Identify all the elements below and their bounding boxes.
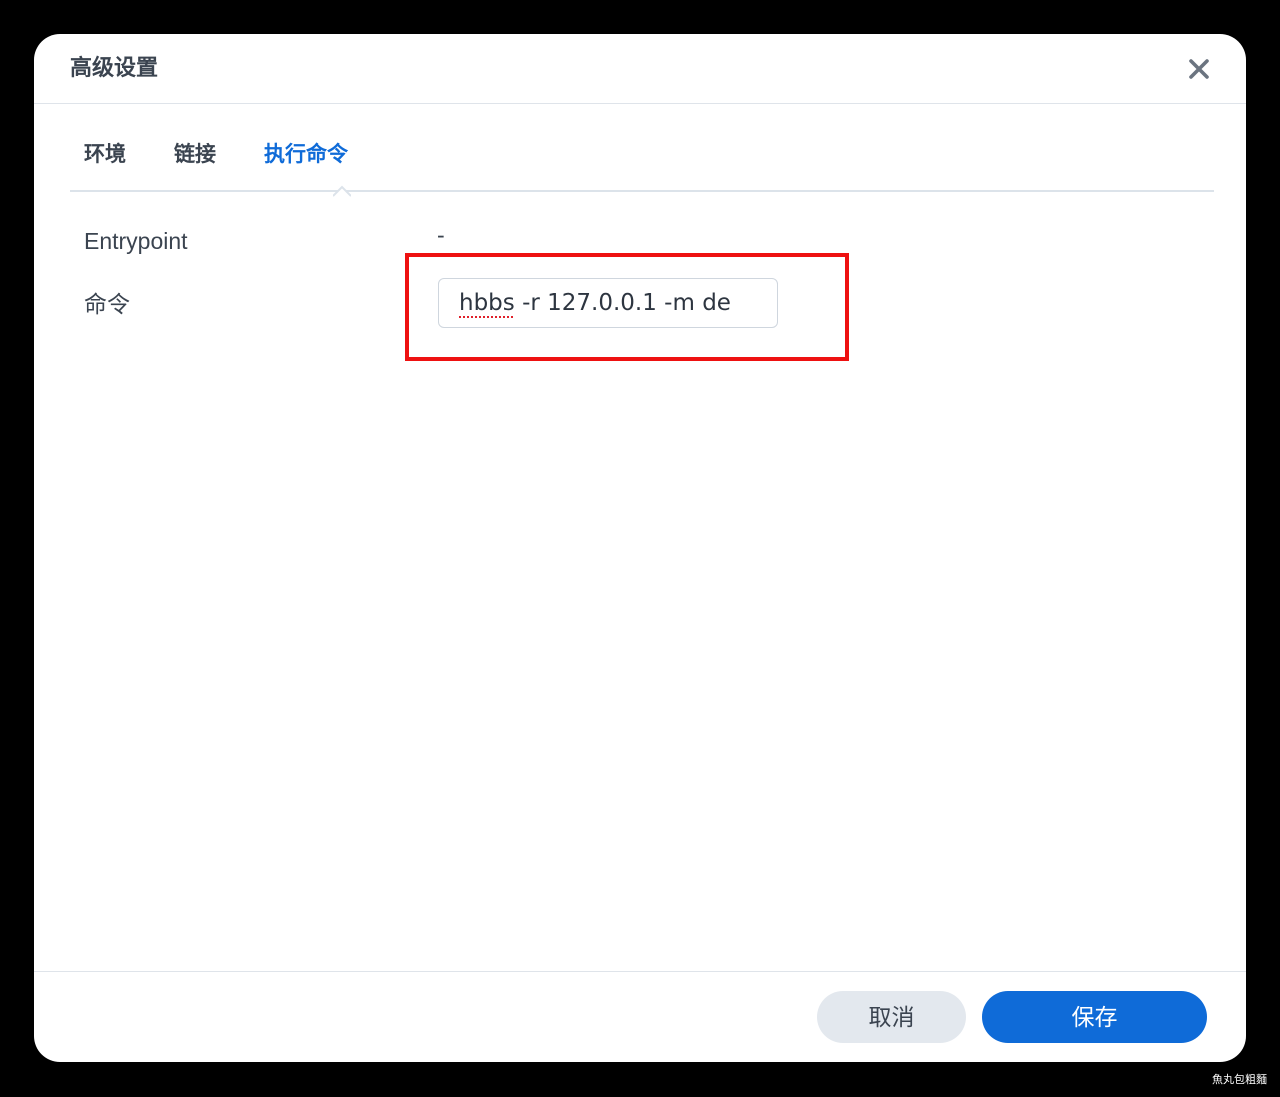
active-tab-pointer <box>333 185 351 197</box>
tab-links[interactable]: 链接 <box>174 138 216 172</box>
command-input-misspelled-word: hbbs <box>459 290 515 316</box>
close-icon[interactable] <box>1184 54 1214 84</box>
command-input[interactable]: hbbs -r 127.0.0.1 -m de <box>438 278 778 328</box>
entrypoint-value: - <box>437 222 445 248</box>
tab-environment[interactable]: 环境 <box>84 138 126 172</box>
watermark-text: 魚丸包粗麵 <box>1212 1074 1267 1086</box>
command-label: 命令 <box>84 291 130 317</box>
advanced-settings-dialog: 高级设置 环境 链接 执行命令 Entrypoint - 命令 hbbs -r … <box>34 34 1246 1062</box>
dialog-header: 高级设置 <box>34 34 1246 104</box>
dialog-title: 高级设置 <box>70 55 159 80</box>
close-icon-glyph <box>1189 59 1209 79</box>
footer-divider <box>34 971 1246 972</box>
tab-bar: 环境 链接 执行命令 <box>70 138 1214 197</box>
command-input-rest: -r 127.0.0.1 -m de <box>514 290 731 316</box>
cancel-button[interactable]: 取消 <box>817 991 966 1043</box>
save-button[interactable]: 保存 <box>982 991 1207 1043</box>
entrypoint-label: Entrypoint <box>84 228 188 254</box>
tab-execute-command[interactable]: 执行命令 <box>264 138 348 172</box>
